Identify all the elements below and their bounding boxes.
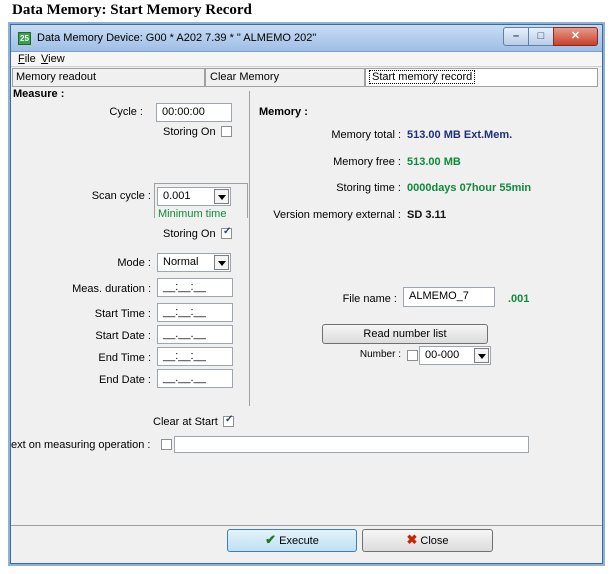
menu-file[interactable]: File bbox=[18, 53, 36, 65]
storing-time-value: 0000days 07hour 55min bbox=[407, 182, 532, 194]
storing-on-label-2: Storing On bbox=[163, 228, 216, 240]
maximize-button[interactable]: □ bbox=[528, 27, 554, 46]
almemo-app-icon[interactable]: 25 bbox=[18, 32, 31, 45]
meas-duration-label: Meas. duration : bbox=[72, 283, 151, 295]
read-number-list-button[interactable]: Read number list bbox=[322, 324, 488, 344]
minimize-icon: – bbox=[512, 30, 520, 42]
tab-clear-memory-label: Clear Memory bbox=[210, 71, 280, 83]
cycle-label: Cycle : bbox=[109, 106, 143, 118]
cycle-input[interactable]: 00:00:00 bbox=[156, 103, 232, 122]
mode-value: Normal bbox=[163, 256, 199, 268]
number-select[interactable]: 00-000 bbox=[419, 346, 491, 365]
maximize-icon: □ bbox=[537, 30, 545, 42]
file-name-label: File name : bbox=[342, 293, 397, 305]
memory-free-label: Memory free : bbox=[333, 156, 401, 168]
minimum-time-label: Minimum time bbox=[158, 208, 227, 220]
tab-memory-readout-label: Memory readout bbox=[16, 71, 97, 83]
measure-section-title: Measure : bbox=[13, 88, 65, 100]
number-label: Number : bbox=[359, 349, 401, 360]
chevron-down-icon[interactable] bbox=[214, 255, 229, 270]
execute-button[interactable]: ✔ Execute bbox=[227, 529, 357, 552]
minimize-button[interactable]: – bbox=[503, 27, 529, 46]
number-value: 00-000 bbox=[425, 349, 460, 361]
memory-free-value: 513.00 MB bbox=[407, 156, 461, 168]
chevron-down-icon[interactable] bbox=[474, 348, 489, 363]
end-date-input[interactable]: __.__.__ bbox=[157, 369, 233, 388]
chevron-down-icon[interactable] bbox=[214, 189, 229, 204]
memory-section-title: Memory : bbox=[259, 106, 308, 118]
text-on-measuring-checkbox[interactable] bbox=[161, 439, 172, 450]
end-date-label: End Date : bbox=[99, 374, 151, 386]
data-memory-window: 25 Data Memory Device: G00 * A202 7.39 *… bbox=[10, 24, 603, 564]
checkmark-icon: ✔ bbox=[265, 532, 277, 547]
clear-at-start-checkbox[interactable] bbox=[223, 414, 234, 427]
scan-cycle-group-left bbox=[154, 183, 155, 218]
scan-cycle-value: 0.001 bbox=[163, 190, 191, 202]
menu-bar: File View bbox=[11, 52, 602, 67]
start-date-input[interactable]: __.__.__ bbox=[157, 325, 233, 344]
end-time-label: End Time : bbox=[98, 352, 151, 364]
storing-time-label: Storing time : bbox=[336, 182, 401, 194]
window-title: Data Memory Device: G00 * A202 7.39 * " … bbox=[37, 32, 317, 44]
tab-start-memory-record[interactable]: Start memory record bbox=[365, 68, 598, 87]
start-date-label: Start Date : bbox=[95, 330, 151, 342]
storing-on-label-1: Storing On bbox=[163, 126, 216, 138]
menu-view[interactable]: View bbox=[41, 53, 65, 65]
scan-cycle-label: Scan cycle : bbox=[91, 190, 151, 202]
file-extension: .001 bbox=[508, 293, 530, 305]
scan-cycle-group-top bbox=[154, 183, 247, 184]
end-time-input[interactable]: __:__:__ bbox=[157, 347, 233, 366]
number-checkbox[interactable] bbox=[407, 350, 418, 361]
start-time-input[interactable]: __:__:__ bbox=[157, 303, 233, 322]
text-on-measuring-input[interactable] bbox=[174, 436, 529, 453]
section-divider bbox=[249, 91, 250, 406]
tab-memory-readout[interactable]: Memory readout bbox=[12, 68, 205, 87]
meas-duration-input[interactable]: __:__:__ bbox=[157, 278, 233, 297]
version-memory-label: Version memory external : bbox=[273, 209, 401, 221]
close-label: Close bbox=[420, 535, 449, 547]
mode-select[interactable]: Normal bbox=[157, 253, 231, 272]
memory-total-label: Memory total : bbox=[331, 129, 401, 141]
close-window-button[interactable]: ✕ bbox=[553, 27, 598, 46]
figure-caption: Data Memory: Start Memory Record bbox=[12, 2, 252, 18]
tab-strip: Memory readout Clear Memory Start memory… bbox=[11, 68, 602, 88]
mode-label: Mode : bbox=[117, 257, 151, 269]
tab-start-memory-record-label: Start memory record bbox=[369, 70, 476, 84]
title-bar[interactable]: 25 Data Memory Device: G00 * A202 7.39 *… bbox=[11, 25, 602, 52]
start-time-label: Start Time : bbox=[94, 308, 151, 320]
version-memory-value: SD 3.11 bbox=[407, 209, 447, 221]
tab-clear-memory[interactable]: Clear Memory bbox=[205, 68, 365, 87]
storing-on-checkbox-1[interactable] bbox=[221, 126, 232, 137]
execute-label: Execute bbox=[279, 535, 319, 547]
close-button[interactable]: ✖ Close bbox=[362, 529, 493, 552]
scan-cycle-select[interactable]: 0.001 bbox=[157, 187, 231, 206]
memory-total-value: 513.00 MB Ext.Mem. bbox=[407, 129, 513, 141]
scan-cycle-group-right bbox=[247, 183, 248, 218]
close-icon: ✕ bbox=[570, 30, 581, 42]
file-name-input[interactable]: ALMEMO_7 bbox=[403, 287, 495, 307]
storing-on-checkbox-2[interactable] bbox=[221, 226, 232, 239]
close-x-icon: ✖ bbox=[406, 532, 418, 547]
text-on-measuring-label: ext on measuring operation : bbox=[11, 439, 151, 451]
bottom-separator bbox=[11, 525, 602, 526]
clear-at-start-label: Clear at Start bbox=[153, 416, 218, 428]
